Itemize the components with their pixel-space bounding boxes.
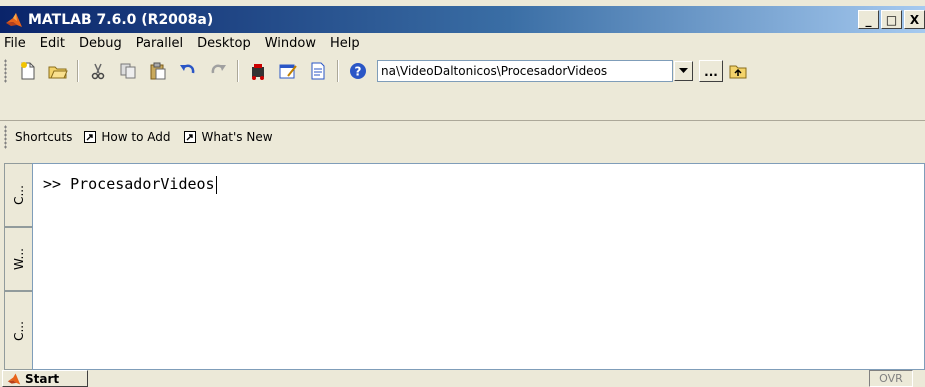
shortcut-arrow-icon (84, 131, 97, 143)
text-cursor (215, 175, 217, 194)
chevron-down-icon (679, 68, 688, 73)
menu-bar: File Edit Debug Parallel Desktop Window … (0, 33, 925, 54)
toolbar-separator (237, 60, 239, 82)
paste-button[interactable] (146, 59, 170, 83)
undo-button[interactable] (176, 59, 200, 83)
shortcut-whats-new[interactable]: What's New (184, 130, 273, 144)
copy-icon (120, 63, 136, 79)
tab-label: C... (11, 320, 26, 341)
parent-folder-button[interactable] (726, 59, 750, 83)
tab-workspace[interactable]: W... (4, 227, 32, 291)
status-bar: Start OVR (0, 370, 925, 387)
toolbar-divider (0, 120, 925, 121)
maximize-icon: □ (885, 12, 898, 27)
help-button[interactable]: ? (346, 59, 370, 83)
shortcuts-label[interactable]: Shortcuts (15, 130, 72, 144)
title-bar: MATLAB 7.6.0 (R2008a) _ □ X (0, 6, 925, 33)
paste-icon (150, 62, 166, 80)
svg-text:?: ? (355, 65, 362, 79)
window-title: MATLAB 7.6.0 (R2008a) (28, 11, 214, 28)
toolbar-separator (337, 60, 339, 82)
help-icon: ? (350, 63, 366, 79)
shortcuts-grip[interactable] (4, 125, 7, 149)
shortcut-arrow-icon (184, 131, 197, 143)
guide-button[interactable] (276, 59, 300, 83)
menu-parallel[interactable]: Parallel (129, 36, 190, 51)
close-icon: X (909, 12, 920, 27)
minimized-panels: C... W... C... (4, 163, 32, 370)
minimize-button[interactable]: _ (858, 10, 879, 29)
minimize-icon: _ (865, 12, 872, 27)
simulink-button[interactable] (246, 59, 270, 83)
open-folder-icon (48, 66, 68, 79)
undo-icon (180, 64, 195, 74)
overwrite-indicator: OVR (869, 370, 913, 387)
tab-command-history[interactable]: C... (4, 291, 32, 370)
redo-button[interactable] (206, 59, 230, 83)
simulink-icon (252, 64, 264, 80)
profiler-button[interactable] (306, 59, 330, 83)
current-folder-dropdown-button[interactable] (674, 61, 693, 81)
new-file-icon (21, 62, 35, 80)
command-prompt: >> (43, 175, 62, 193)
matlab-logo-icon (6, 12, 22, 27)
cut-button[interactable] (86, 59, 110, 83)
copy-button[interactable] (116, 59, 140, 83)
shortcut-how-to-add-label: How to Add (101, 130, 171, 144)
shortcuts-toolbar: Shortcuts How to Add What's New (0, 122, 925, 152)
start-label: Start (25, 371, 60, 386)
toolbar-grip[interactable] (4, 59, 7, 83)
menu-desktop[interactable]: Desktop (190, 36, 258, 51)
maximize-button[interactable]: □ (881, 10, 902, 29)
close-button[interactable]: X (904, 10, 925, 29)
tab-label: C... (11, 185, 26, 205)
menu-file[interactable]: File (0, 36, 33, 51)
menu-debug[interactable]: Debug (72, 36, 129, 51)
open-file-button[interactable] (46, 59, 70, 83)
current-folder-value: na\VideoDaltonicos\ProcesadorVideos (381, 64, 608, 78)
guide-icon (279, 64, 297, 79)
browse-folder-button[interactable]: ... (699, 60, 723, 82)
tab-current-directory[interactable]: C... (4, 163, 32, 227)
menu-help[interactable]: Help (323, 36, 367, 51)
redo-icon (211, 64, 226, 74)
menu-edit[interactable]: Edit (33, 36, 72, 51)
command-line[interactable]: >> ProcesadorVideos (43, 175, 217, 194)
parent-folder-icon (729, 65, 747, 79)
command-input: ProcesadorVideos (70, 175, 215, 193)
shortcut-how-to-add[interactable]: How to Add (84, 130, 170, 144)
profiler-icon (311, 62, 325, 80)
browse-folder-label: ... (704, 65, 718, 79)
ovr-label: OVR (879, 372, 903, 385)
new-file-button[interactable] (16, 59, 40, 83)
cut-icon (91, 63, 105, 80)
menu-window[interactable]: Window (258, 36, 323, 51)
shortcut-whats-new-label: What's New (201, 130, 273, 144)
tab-label: W... (11, 248, 26, 270)
start-button[interactable]: Start (2, 370, 88, 387)
command-window[interactable]: >> ProcesadorVideos (32, 163, 925, 370)
window-controls: _ □ X (858, 10, 925, 29)
current-folder-input[interactable]: na\VideoDaltonicos\ProcesadorVideos (377, 60, 673, 82)
main-toolbar: ? na\VideoDaltonicos\ProcesadorVideos ..… (0, 54, 925, 88)
matlab-logo-icon (7, 373, 21, 384)
toolbar-separator (77, 60, 79, 82)
